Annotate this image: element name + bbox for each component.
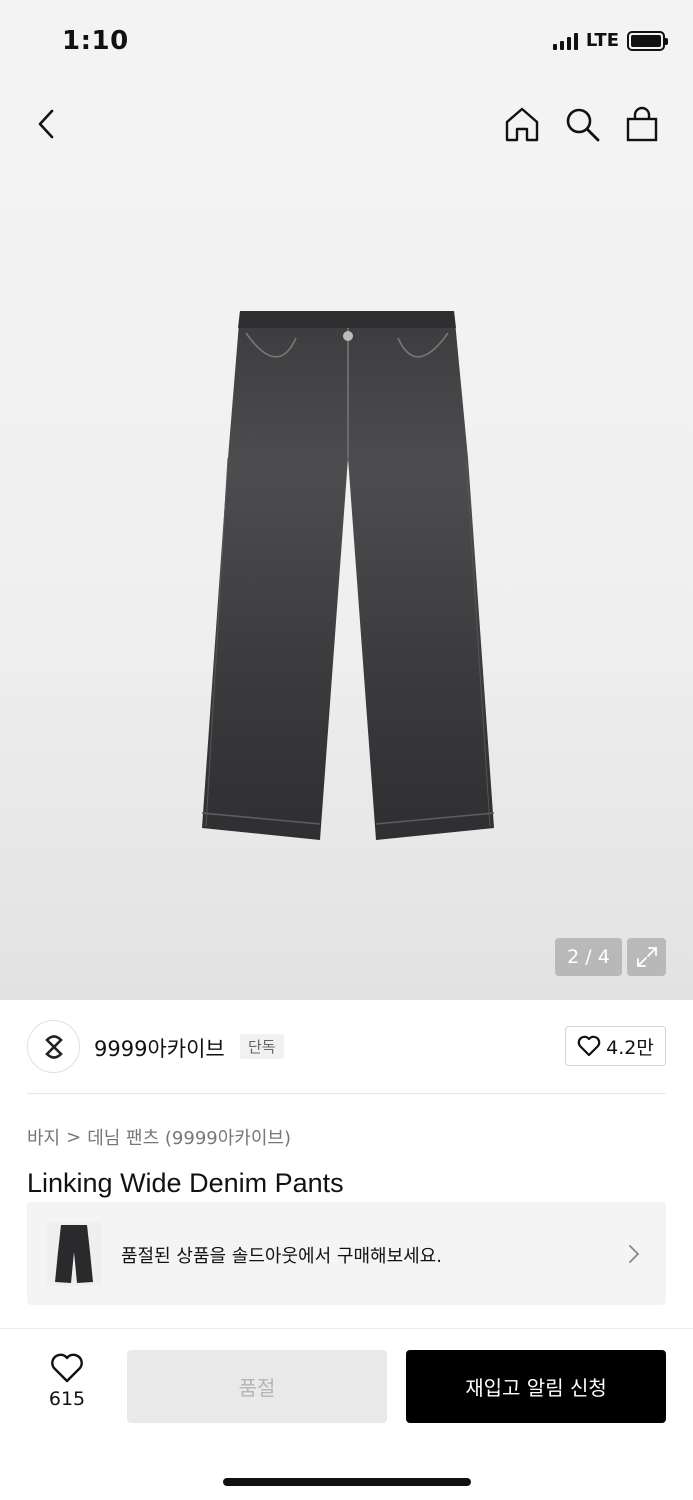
network-label: LTE bbox=[585, 30, 619, 51]
status-indicators: LTE bbox=[552, 30, 668, 51]
bottom-bar-divider bbox=[0, 1328, 693, 1329]
breadcrumb-subcategory[interactable]: 데님 팬츠 (9999아카이브) bbox=[87, 1124, 291, 1150]
battery-icon bbox=[627, 30, 668, 51]
home-button[interactable] bbox=[500, 102, 544, 146]
brand-row: 9999아카이브 단독 4.2만 bbox=[0, 1000, 693, 1094]
wishlist-button[interactable]: 615 bbox=[42, 1352, 92, 1416]
search-icon bbox=[566, 108, 600, 142]
wishlist-count: 615 bbox=[48, 1388, 86, 1410]
brand-logo-icon bbox=[44, 1034, 63, 1059]
status-bar: 1:10 LTE bbox=[0, 0, 693, 84]
chevron-right-icon bbox=[629, 1245, 640, 1263]
soldout-banner-text: 품절된 상품을 솔드아웃에서 구매해보세요. bbox=[121, 1246, 442, 1267]
status-time: 1:10 bbox=[62, 26, 129, 56]
breadcrumb: 바지 > 데님 팬츠 (9999아카이브) bbox=[27, 1124, 291, 1150]
product-image-gallery[interactable]: 2 / 4 bbox=[0, 168, 693, 1000]
heart-icon bbox=[577, 1035, 601, 1057]
product-title: Linking Wide Denim Pants bbox=[27, 1168, 344, 1198]
divider bbox=[27, 1093, 666, 1094]
home-indicator bbox=[223, 1478, 471, 1486]
image-counter: 2 / 4 bbox=[555, 938, 622, 976]
top-nav bbox=[0, 84, 693, 168]
soldout-button: 품절 bbox=[127, 1350, 387, 1423]
signal-icon bbox=[552, 32, 578, 50]
breadcrumb-separator: > bbox=[66, 1126, 82, 1148]
cart-button[interactable] bbox=[620, 102, 664, 146]
breadcrumb-category[interactable]: 바지 bbox=[27, 1124, 60, 1150]
product-photo-jeans bbox=[201, 311, 495, 840]
home-icon bbox=[505, 107, 539, 142]
restock-alert-button[interactable]: 재입고 알림 신청 bbox=[406, 1350, 666, 1423]
brand-logo[interactable] bbox=[27, 1020, 80, 1073]
shopping-bag-icon bbox=[626, 106, 658, 142]
search-button[interactable] bbox=[560, 102, 604, 146]
soldout-banner[interactable]: 품절된 상품을 솔드아웃에서 구매해보세요. bbox=[27, 1202, 666, 1305]
expand-image-button[interactable] bbox=[627, 938, 666, 976]
back-button[interactable] bbox=[25, 102, 69, 146]
heart-icon bbox=[51, 1353, 83, 1383]
exclusive-badge: 단독 bbox=[240, 1034, 284, 1059]
brand-name[interactable]: 9999아카이브 bbox=[94, 1033, 225, 1063]
expand-icon bbox=[636, 947, 657, 967]
banner-product-thumbnail bbox=[47, 1222, 101, 1286]
back-arrow-icon bbox=[38, 109, 54, 139]
brand-like-count: 4.2만 bbox=[606, 1036, 654, 1059]
brand-like-button[interactable]: 4.2만 bbox=[565, 1026, 666, 1066]
